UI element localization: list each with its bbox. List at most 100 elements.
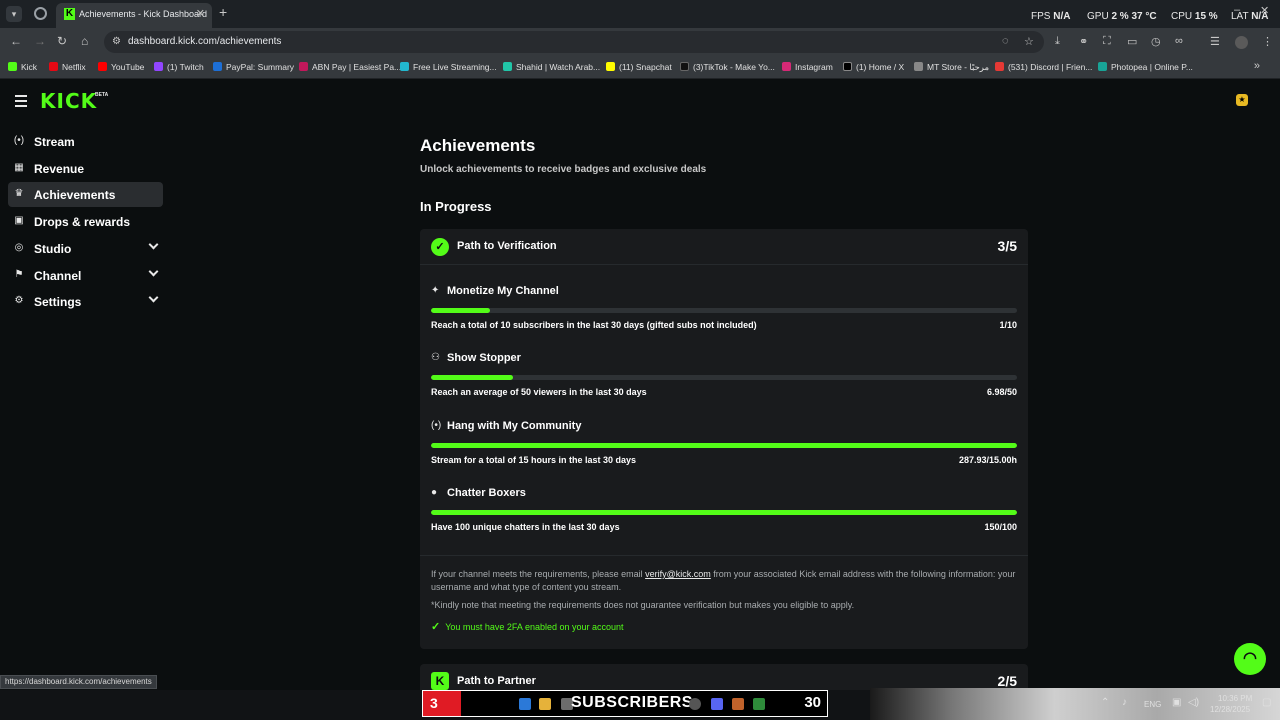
- bookmark-netflix[interactable]: Netflix: [49, 62, 86, 72]
- bookmark-label: PayPal: Summary: [226, 62, 295, 72]
- fps-value: N/A: [1053, 11, 1071, 22]
- tab-title: Achievements - Kick Dashboard: [79, 9, 208, 19]
- badge-icon[interactable]: ★: [1236, 94, 1248, 106]
- kick-logo[interactable]: KICK: [40, 89, 97, 113]
- broadcast-icon: (•): [431, 420, 442, 431]
- verification-info: If your channel meets the requirements, …: [420, 555, 1028, 649]
- bookmark-abn[interactable]: ABN Pay | Easiest Pa...: [299, 62, 401, 72]
- browser-menu-icon[interactable]: ⋮: [1262, 35, 1273, 48]
- minimize-icon[interactable]: –: [1234, 4, 1240, 16]
- bookmark-label: Kick: [21, 62, 38, 72]
- site-info-icon[interactable]: ⚙: [112, 36, 121, 47]
- chevron-right-icon[interactable]: »: [1254, 60, 1260, 72]
- kick-partner-icon: K: [431, 672, 449, 690]
- bookmark-kick[interactable]: Kick: [8, 62, 37, 72]
- network-icon[interactable]: ▣: [1172, 697, 1181, 708]
- chevron-down-icon[interactable]: [148, 292, 159, 303]
- notification-icon[interactable]: ▢: [1262, 697, 1271, 708]
- sidebar-item-achievements[interactable]: ♛ Achievements: [8, 182, 163, 207]
- progress-fill: [431, 308, 490, 313]
- bookmark-mtstore[interactable]: MT Store - مرحبًا: [914, 62, 989, 73]
- streaming-bookmark-icon: [400, 62, 409, 71]
- eye-off-icon[interactable]: ◌: [1002, 35, 1009, 47]
- gpu-readout: GPU 2 % 37 °C: [1087, 11, 1157, 22]
- sidebar-item-label: Studio: [34, 242, 72, 256]
- bookmark-streaming[interactable]: Free Live Streaming...: [400, 62, 497, 72]
- bookmark-twitch[interactable]: (1) Twitch: [154, 62, 204, 72]
- reload-icon[interactable]: ↻: [57, 34, 67, 48]
- sidebar-item-stream[interactable]: (•) Stream: [8, 129, 163, 154]
- progress-bar: [431, 375, 1017, 380]
- inactive-tab-icon[interactable]: [34, 7, 47, 20]
- reading-list-icon[interactable]: ☰: [1210, 35, 1220, 48]
- home-icon[interactable]: ⌂: [81, 34, 88, 48]
- tray-chevron-up-icon[interactable]: ⌃: [1101, 697, 1109, 708]
- sidebar-item-label: Stream: [34, 135, 75, 149]
- file-explorer-icon[interactable]: [539, 698, 551, 710]
- link-icon[interactable]: ∞: [1175, 35, 1183, 47]
- address-bar[interactable]: ⚙ dashboard.kick.com/achievements ◌ ☆: [104, 31, 1044, 53]
- download-icon[interactable]: ⤓: [1055, 35, 1060, 48]
- sidebar-item-settings[interactable]: ⚙ Settings: [8, 289, 163, 314]
- bookmark-tiktok[interactable]: (3)TikTok - Make Yo...: [680, 62, 775, 72]
- url-text[interactable]: dashboard.kick.com/achievements: [128, 36, 281, 47]
- extension-icon[interactable]: ⚭: [1079, 35, 1088, 48]
- card-header[interactable]: ✓ Path to Verification 3/5: [420, 229, 1028, 265]
- microphone-icon[interactable]: ♪: [1122, 697, 1127, 708]
- bookmark-shahid[interactable]: Shahid | Watch Arab...: [503, 62, 600, 72]
- xbox-icon[interactable]: [753, 698, 765, 710]
- window-close-icon[interactable]: ✕: [1260, 4, 1269, 17]
- section-heading: In Progress: [420, 199, 492, 214]
- sidebar-item-drops[interactable]: ▣ Drops & rewards: [8, 209, 163, 234]
- app-icon[interactable]: [732, 698, 744, 710]
- bookmark-paypal[interactable]: PayPal: Summary: [213, 62, 294, 72]
- verified-check-icon: ✓: [431, 238, 449, 256]
- profile-avatar[interactable]: [1235, 36, 1248, 49]
- bookmark-youtube[interactable]: YouTube: [98, 62, 144, 72]
- support-chat-icon[interactable]: ◠: [1234, 643, 1266, 675]
- subscriber-label: SUBSCRIBERS: [571, 694, 693, 711]
- active-tab[interactable]: K Achievements - Kick Dashboard ✕: [56, 3, 212, 28]
- language-indicator[interactable]: ENG: [1144, 700, 1161, 709]
- fps-label: FPS: [1031, 11, 1051, 22]
- clock-date[interactable]: 12/28/2025: [1210, 705, 1250, 714]
- bookmark-photopea[interactable]: Photopea | Online P...: [1098, 62, 1193, 72]
- clock-time[interactable]: 10:36 PM: [1218, 694, 1252, 703]
- volume-icon[interactable]: ◁): [1188, 697, 1199, 708]
- sidebar-item-revenue[interactable]: ▦ Revenue: [8, 156, 163, 181]
- menu-icon[interactable]: [15, 95, 27, 110]
- sidebar-item-channel[interactable]: ⚑ Channel: [8, 263, 163, 288]
- bookmark-x[interactable]: (1) Home / X: [843, 62, 904, 72]
- bookmark-snapchat[interactable]: (11) Snapchat: [606, 62, 672, 72]
- youtube-bookmark-icon: [98, 62, 107, 71]
- history-icon[interactable]: ◷: [1151, 35, 1161, 48]
- tab-close-icon[interactable]: ✕: [196, 7, 205, 20]
- gift-icon: ▣: [14, 215, 24, 226]
- verify-email-link[interactable]: verify@kick.com: [645, 569, 711, 579]
- forward-icon[interactable]: →: [34, 34, 46, 48]
- bookmark-label: MT Store - مرحبًا: [927, 62, 990, 72]
- obs-icon[interactable]: [689, 698, 701, 710]
- chevron-down-icon[interactable]: [148, 239, 159, 250]
- chevron-down-icon[interactable]: [148, 266, 159, 277]
- new-tab-icon[interactable]: +: [219, 4, 227, 20]
- achievement-description: Stream for a total of 15 hours in the la…: [431, 455, 637, 465]
- card-progress-count: 3/5: [997, 238, 1017, 254]
- bookmark-label: (3)TikTok - Make Yo...: [693, 62, 775, 72]
- bookmark-discord[interactable]: (531) Discord | Frien...: [995, 62, 1092, 72]
- translate-icon[interactable]: ⛶: [1103, 35, 1111, 48]
- fps-readout: FPS N/A: [1031, 11, 1070, 22]
- requirement-text: You must have 2FA enabled on your accoun…: [445, 622, 624, 632]
- tab-search-button[interactable]: ▾: [6, 6, 22, 22]
- sidebar-item-studio[interactable]: ◎ Studio: [8, 236, 163, 261]
- achievement-title: Hang with My Community: [447, 420, 582, 432]
- discord-icon[interactable]: [711, 698, 723, 710]
- back-icon[interactable]: ←: [10, 34, 22, 48]
- achievement-title: Monetize My Channel: [447, 285, 559, 297]
- bookmark-star-icon[interactable]: ☆: [1024, 35, 1034, 48]
- verification-note: *Kindly note that meeting the requiremen…: [431, 600, 855, 610]
- bookmark-instagram[interactable]: Instagram: [782, 62, 833, 72]
- verification-card: ✓ Path to Verification 3/5 ✦ Monetize My…: [420, 229, 1028, 649]
- windows-start-icon[interactable]: [519, 698, 531, 710]
- card-icon[interactable]: ▭: [1127, 35, 1137, 48]
